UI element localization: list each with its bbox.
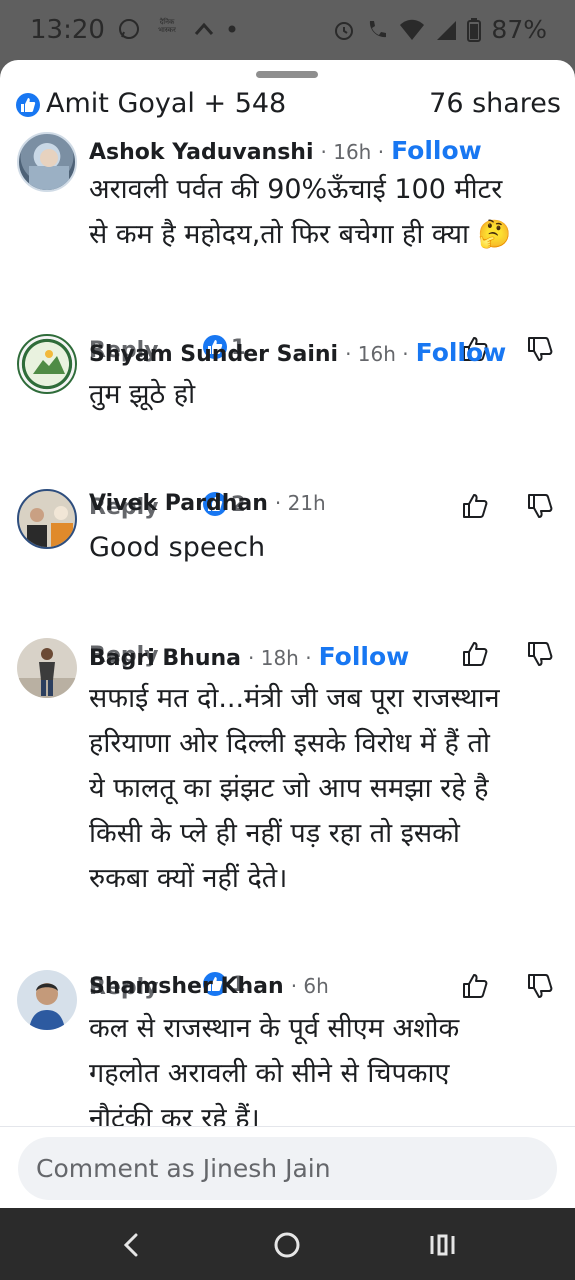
follow-button[interactable]: Follow bbox=[319, 642, 410, 671]
comment-composer bbox=[0, 1126, 575, 1208]
avatar[interactable] bbox=[17, 638, 77, 698]
author-name[interactable]: Shyam Sunder Saini bbox=[89, 342, 338, 367]
comment-time: · 6h bbox=[290, 974, 329, 998]
dot-icon bbox=[228, 25, 236, 33]
comment-line: किसी के प्ले ही नहीं पड़ रहा तो इसको bbox=[89, 818, 460, 849]
comment-time: · 16h · bbox=[345, 342, 409, 366]
battery-percent: 87% bbox=[491, 15, 547, 44]
avatar[interactable] bbox=[17, 334, 77, 394]
comment-author-line: Shamsher Khan · 6h bbox=[89, 974, 329, 999]
drag-handle[interactable] bbox=[256, 71, 318, 78]
whatsapp-icon bbox=[119, 19, 139, 39]
comment-text: सफाई मत दो...मंत्री जी जब पूरा राजस्थान … bbox=[89, 676, 559, 901]
comment-line: गहलोत अरावली को सीने से चिपकाए bbox=[89, 1058, 450, 1089]
comment-line: रुकबा क्यों नहीं देते। bbox=[89, 863, 288, 894]
follow-button[interactable]: Follow bbox=[391, 136, 482, 165]
comment-author-line: Shyam Sunder Saini · 16h · Follow bbox=[89, 338, 506, 367]
wifi-call-icon bbox=[370, 20, 387, 37]
comment-author-line: Ashok Yaduvanshi · 16h · Follow bbox=[89, 136, 482, 165]
back-icon[interactable] bbox=[114, 1228, 148, 1262]
signal-icon bbox=[437, 20, 457, 40]
comment-line: कल से राजस्थान के पूर्व सीएम अशोक bbox=[89, 1013, 460, 1044]
comments-sheet: Amit Goyal + 548 76 shares Ashok Yaduvan… bbox=[0, 60, 575, 1208]
comment-text: तुम झूठे हो bbox=[89, 372, 559, 417]
status-right-icons: 87% bbox=[333, 15, 547, 44]
comment-line: हरियाणा ओर दिल्ली इसके विरोध में हैं तो bbox=[89, 728, 490, 759]
comment-line: अरावली पर्वत की 90%ऊँचाई 100 मीटर bbox=[89, 174, 503, 205]
reactions-summary[interactable]: Amit Goyal + 548 bbox=[46, 88, 286, 119]
avatar[interactable] bbox=[17, 489, 77, 549]
comment-line: ये फालतू का झंझट जो आप समझा रहे है bbox=[89, 773, 489, 804]
follow-button[interactable]: Follow bbox=[416, 338, 507, 367]
comment-line: सफाई मत दो...मंत्री जी जब पूरा राजस्थान bbox=[89, 683, 500, 714]
wifi-icon bbox=[400, 19, 425, 40]
battery-icon bbox=[467, 17, 482, 42]
thumbs-down-icon[interactable] bbox=[527, 973, 553, 999]
shares-count[interactable]: 76 shares bbox=[429, 88, 561, 119]
alarm-icon bbox=[335, 21, 354, 40]
avatar[interactable] bbox=[17, 132, 77, 192]
navigation-bar bbox=[0, 1208, 575, 1280]
thumbs-up-icon[interactable] bbox=[462, 493, 488, 519]
home-icon[interactable] bbox=[270, 1228, 304, 1262]
comment-line: से कम है महोदय,तो फिर बचेगा ही क्या 🤔 bbox=[89, 219, 512, 250]
comment-author-line: Bagri Bhuna · 18h · Follow bbox=[89, 642, 409, 671]
status-left-icons: दैनिक भास्कर bbox=[118, 18, 236, 40]
reactions-header: Amit Goyal + 548 76 shares bbox=[16, 88, 561, 124]
comment-input[interactable] bbox=[18, 1137, 557, 1200]
thumbs-down-icon[interactable] bbox=[527, 493, 553, 519]
comment-time: · 18h · bbox=[248, 646, 312, 670]
comment-line: Good speech bbox=[89, 532, 266, 563]
author-name[interactable]: Bagri Bhuna bbox=[89, 646, 241, 671]
comment-line: तुम झूठे हो bbox=[89, 379, 196, 410]
news-badge: दैनिक भास्कर bbox=[158, 18, 176, 34]
status-bar: 13:20 दैनिक भास्कर 87% bbox=[0, 0, 575, 62]
author-name[interactable]: Ashok Yaduvanshi bbox=[89, 140, 314, 165]
like-icon bbox=[16, 93, 40, 117]
thumbs-down-icon[interactable] bbox=[527, 336, 553, 362]
comment-text: कल से राजस्थान के पूर्व सीएम अशोक गहलोत … bbox=[89, 1006, 559, 1141]
comment-time: · 16h · bbox=[320, 140, 385, 164]
avatar[interactable] bbox=[17, 970, 77, 1030]
comment-text: अरावली पर्वत की 90%ऊँचाई 100 मीटर से कम … bbox=[89, 167, 559, 257]
status-time: 13:20 bbox=[30, 15, 105, 45]
thumbs-up-icon[interactable] bbox=[462, 641, 488, 667]
thumbs-up-icon[interactable] bbox=[462, 973, 488, 999]
comment-time: · 21h bbox=[274, 491, 326, 515]
author-name[interactable]: Vivek Pardhan bbox=[89, 491, 268, 516]
author-name[interactable]: Shamsher Khan bbox=[89, 974, 284, 999]
recents-icon[interactable] bbox=[425, 1228, 459, 1262]
comment-author-line: Vivek Pardhan · 21h bbox=[89, 491, 326, 516]
chevron-up-icon bbox=[194, 22, 214, 35]
thumbs-down-icon[interactable] bbox=[527, 641, 553, 667]
comment-text: Good speech bbox=[89, 525, 559, 570]
